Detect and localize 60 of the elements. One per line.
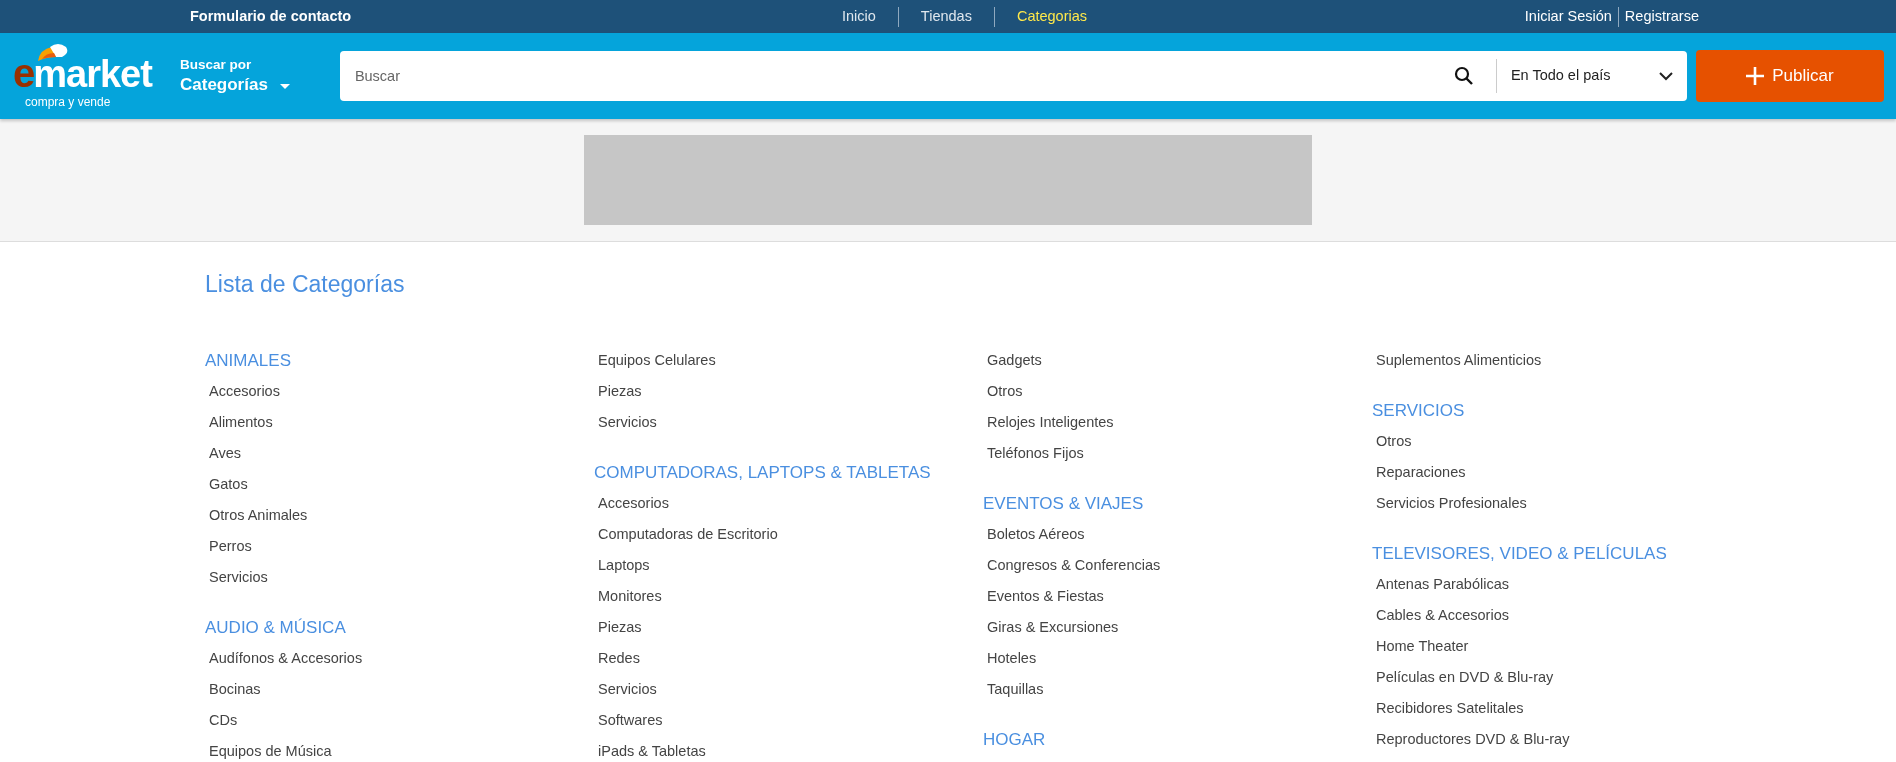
category-link[interactable]: Boletos Aéreos — [987, 524, 1085, 546]
category-link[interactable]: Relojes Inteligentes — [987, 412, 1114, 434]
category-link[interactable]: Accesorios — [598, 493, 669, 515]
category-link[interactable]: Eventos & Fiestas — [987, 586, 1104, 608]
category-link[interactable]: Servicios — [598, 679, 657, 701]
category-link[interactable]: Aves — [209, 443, 241, 465]
category-link[interactable]: Películas en DVD & Blu-ray — [1376, 667, 1554, 689]
nav-link[interactable]: Inicio — [820, 5, 898, 28]
plus-icon — [1746, 67, 1765, 85]
search-field[interactable]: Buscar En Todo el país — [339, 51, 1687, 101]
logo-tagline: compra y vende — [25, 94, 111, 111]
category-link[interactable]: Perros — [209, 536, 252, 558]
nav-link[interactable]: Categorias — [994, 5, 1110, 28]
category-link[interactable]: Servicios Profesionales — [1376, 493, 1527, 515]
category-link[interactable]: Softwares — [598, 710, 663, 732]
category-link[interactable]: Accesorios — [209, 381, 280, 403]
logo-initial: e — [13, 53, 34, 93]
category-link[interactable]: Audífonos & Accesorios — [209, 648, 363, 670]
chevron-down-icon — [1658, 71, 1673, 81]
category-link[interactable]: Antenas Parabólicas — [1376, 574, 1509, 596]
category-link[interactable]: Servicios — [209, 567, 268, 589]
page-title: Lista de Categorías — [205, 270, 406, 299]
category-link[interactable]: Gatos — [209, 474, 248, 496]
caret-icon — [279, 84, 290, 91]
category-link[interactable]: Redes — [598, 648, 640, 670]
category-link[interactable]: Hoteles — [987, 648, 1037, 670]
category-link[interactable]: Reproductores DVD & Blu-ray — [1376, 729, 1570, 751]
category-link[interactable]: Gadgets — [987, 350, 1042, 372]
category-link[interactable]: Piezas — [598, 381, 642, 403]
category-link[interactable]: Teléfonos Fijos — [987, 443, 1084, 465]
category-link[interactable]: Taquillas — [987, 679, 1044, 701]
nav-link[interactable]: Tiendas — [898, 5, 994, 28]
category-link[interactable]: Otros Animales — [209, 505, 308, 527]
category-link[interactable]: Laptops — [598, 555, 650, 577]
category-link[interactable]: CDs — [209, 710, 238, 732]
account-link[interactable]: Registrarse — [1624, 5, 1699, 28]
category-link[interactable]: Equipos de Música — [209, 741, 332, 762]
publish-button[interactable]: Publicar — [1695, 50, 1884, 102]
category-link[interactable]: Computadoras de Escritorio — [598, 524, 778, 546]
category-link[interactable]: Monitores — [598, 586, 662, 608]
category-link[interactable]: Giras & Excursiones — [987, 617, 1119, 639]
category-link[interactable]: Suplementos Alimenticios — [1376, 350, 1542, 372]
category-link[interactable]: Otros — [987, 381, 1023, 403]
category-link[interactable]: Recibidores Satelitales — [1376, 698, 1524, 720]
category-link[interactable]: Congresos & Conferencias — [987, 555, 1161, 577]
search-icon[interactable] — [1453, 66, 1474, 86]
category-link[interactable]: Reparaciones — [1376, 462, 1466, 484]
contact-link[interactable]: Formulario de contacto — [190, 5, 352, 28]
account-link[interactable]: Iniciar Sesión — [1524, 5, 1612, 28]
category-link[interactable]: Piezas — [598, 617, 642, 639]
category-link[interactable]: Home Theater — [1376, 636, 1469, 658]
category-link[interactable]: Servicios — [598, 412, 657, 434]
logo-wordmark: market — [33, 55, 152, 93]
location-dropdown[interactable]: En Todo el país — [1496, 51, 1687, 101]
category-link[interactable]: Equipos Celulares — [598, 350, 716, 372]
category-link[interactable]: Otros — [1376, 431, 1412, 453]
category-link[interactable]: Cables & Accesorios — [1376, 605, 1509, 627]
category-link[interactable]: iPads & Tabletas — [598, 741, 706, 762]
category-link[interactable]: Alimentos — [209, 412, 273, 434]
category-link[interactable]: Bocinas — [209, 679, 261, 701]
